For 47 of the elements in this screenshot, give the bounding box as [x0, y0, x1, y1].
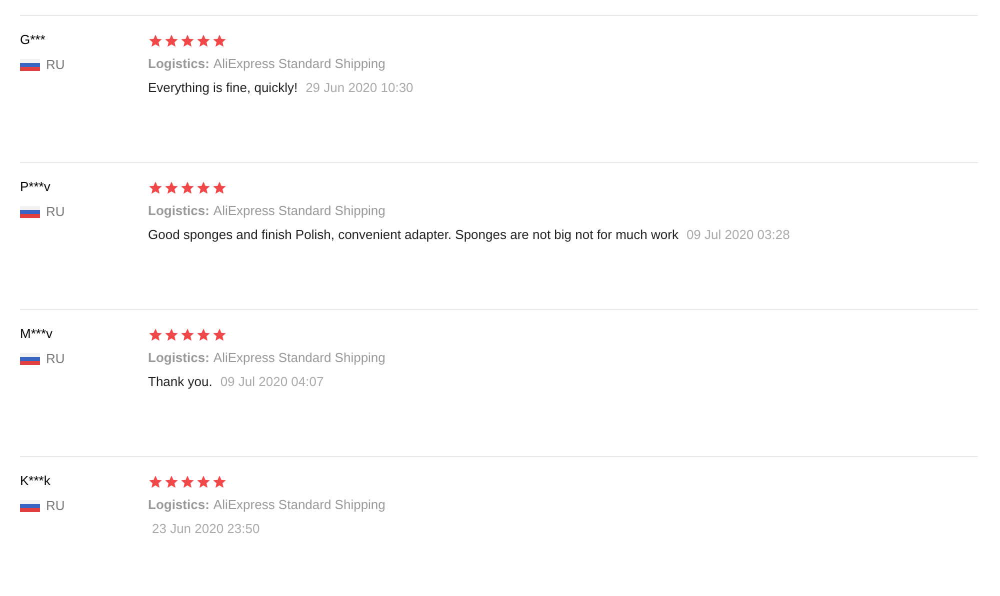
logistics-label: Logistics: [148, 202, 210, 219]
reviewer-name: G*** [20, 32, 46, 48]
country-code: RU [46, 498, 65, 514]
review-text: Thank you. [148, 373, 212, 390]
country-code: RU [46, 351, 65, 367]
review-date: 09 Jul 2020 03:28 [686, 226, 790, 243]
star-icon [164, 328, 179, 342]
country-code: RU [46, 57, 65, 73]
star-icon [180, 328, 195, 342]
star-icon [148, 181, 163, 195]
flag-icon [20, 353, 40, 365]
logistics-label: Logistics: [148, 496, 210, 513]
star-icon [164, 181, 179, 195]
reviewer-name: K***k [20, 473, 50, 489]
review-text: Good sponges and finish Polish, convenient adapter. Sponges are not big not for much work [148, 226, 678, 243]
star-icon [212, 475, 227, 489]
star-icon [180, 475, 195, 489]
star-icon [212, 34, 227, 48]
star-icon [164, 34, 179, 48]
review-date: 23 Jun 2020 23:50 [152, 520, 260, 537]
star-icon [196, 328, 211, 342]
flag-icon [20, 500, 40, 512]
reviewer-name: M***v [20, 326, 53, 342]
reviewer-name: P***v [20, 179, 50, 195]
shipping-method: AliExpress Standard Shipping [213, 349, 386, 366]
star-icon [148, 475, 163, 489]
star-icon [212, 181, 227, 195]
shipping-method: AliExpress Standard Shipping [213, 496, 386, 513]
star-icon [212, 328, 227, 342]
shipping-method: AliExpress Standard Shipping [213, 202, 386, 219]
shipping-method: AliExpress Standard Shipping [213, 55, 386, 72]
review-date: 29 Jun 2020 10:30 [306, 79, 414, 96]
star-icon [180, 34, 195, 48]
star-icon [196, 181, 211, 195]
star-icon [148, 328, 163, 342]
star-icon [196, 475, 211, 489]
logistics-label: Logistics: [148, 349, 210, 366]
star-icon [196, 34, 211, 48]
star-icon [164, 475, 179, 489]
review-text: Everything is fine, quickly! [148, 79, 298, 96]
star-icon [180, 181, 195, 195]
star-icon [148, 34, 163, 48]
flag-icon [20, 206, 40, 218]
logistics-label: Logistics: [148, 55, 210, 72]
country-code: RU [46, 204, 65, 220]
flag-icon [20, 59, 40, 71]
review-date: 09 Jul 2020 04:07 [220, 373, 324, 390]
